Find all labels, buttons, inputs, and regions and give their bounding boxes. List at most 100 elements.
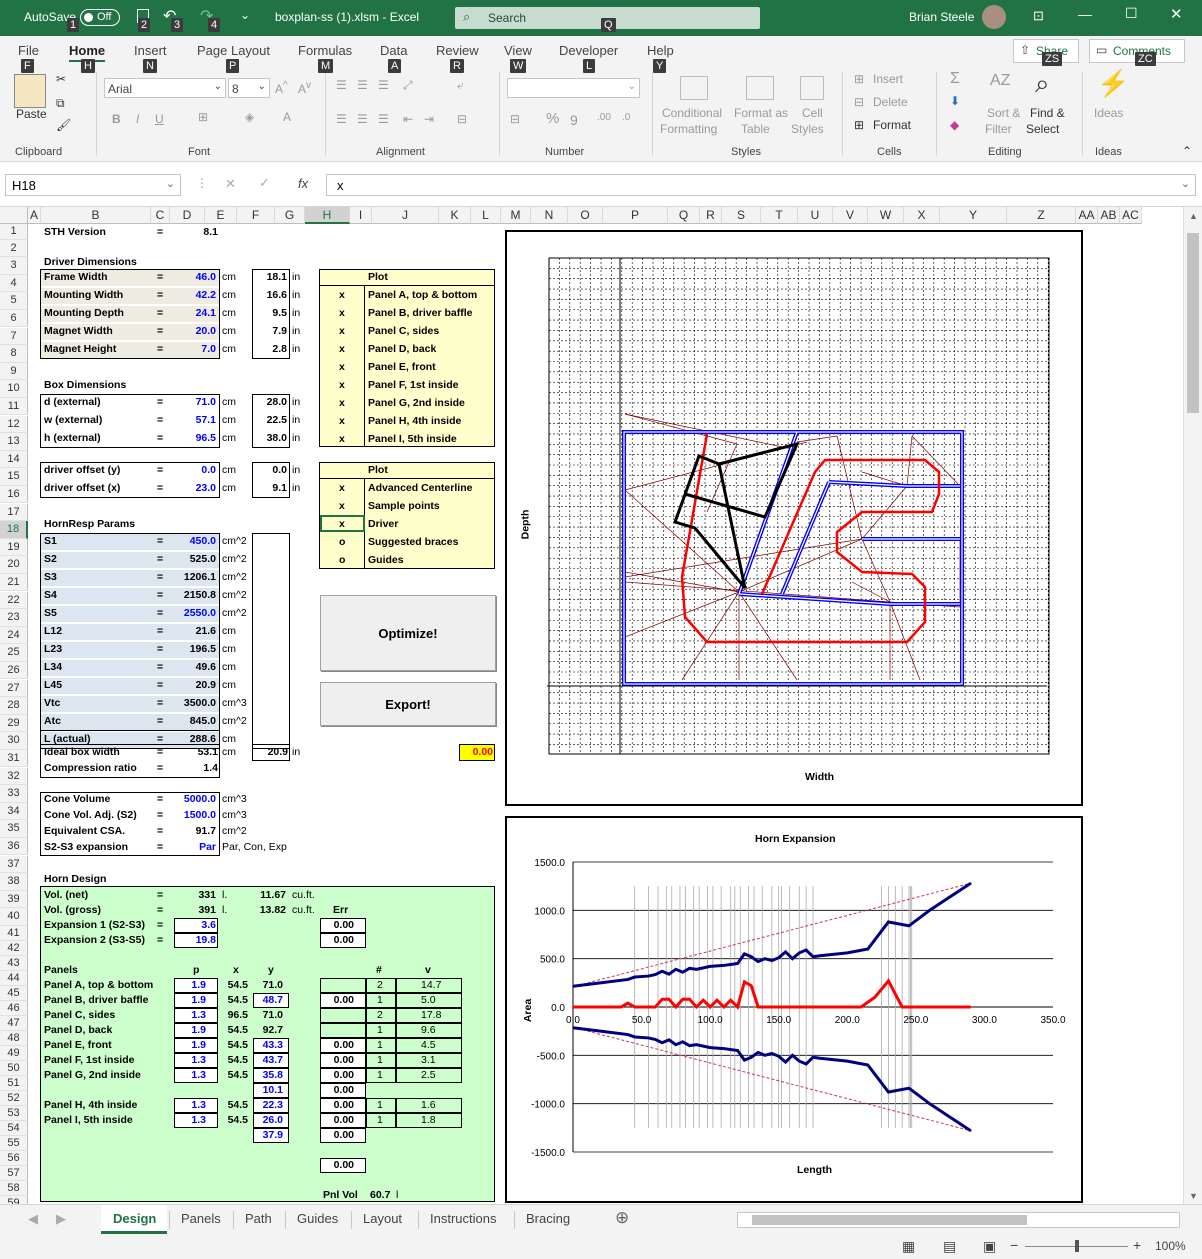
scrollbar-thumb[interactable]	[1187, 233, 1199, 413]
row-header[interactable]: 21	[0, 573, 28, 592]
cone-value[interactable]: 1500.0	[176, 808, 216, 823]
column-header-k[interactable]: K	[439, 207, 471, 224]
font-name-select[interactable]: Arial ⌄	[104, 78, 226, 98]
column-header-p[interactable]: P	[603, 207, 668, 224]
param-value[interactable]: 20.0	[178, 324, 216, 339]
horizontal-scrollbar[interactable]	[737, 1212, 1180, 1228]
formatting-label[interactable]: Formatting	[660, 122, 717, 136]
row-header[interactable]: 30	[0, 732, 28, 750]
compression-ratio-value[interactable]: 1.4	[178, 761, 218, 776]
column-header-e[interactable]: E	[205, 207, 237, 224]
paste-icon[interactable]	[14, 74, 46, 108]
row-header[interactable]: 8	[0, 345, 28, 363]
format-as-label[interactable]: Format as	[734, 106, 788, 120]
sort-filter-icon[interactable]: AZ	[990, 72, 1010, 90]
row-header[interactable]: 27	[0, 679, 28, 698]
column-header-h[interactable]: H	[305, 207, 350, 224]
user-name[interactable]: Brian Steele	[909, 10, 974, 24]
conditional-formatting-icon[interactable]	[680, 76, 708, 100]
column-header-l[interactable]: L	[471, 207, 501, 224]
format-cells-label[interactable]: Format	[873, 118, 911, 132]
insert-cells-icon[interactable]: ⊞	[854, 72, 864, 86]
plot-toggle[interactable]: x	[339, 481, 345, 496]
tab-review[interactable]: Review	[436, 43, 479, 58]
maximize-icon[interactable]: ☐	[1125, 5, 1138, 22]
row-header[interactable]: 40	[0, 908, 28, 926]
row-header[interactable]: 52	[0, 1090, 28, 1106]
row-header[interactable]: 37	[0, 855, 28, 874]
accounting-icon[interactable]: ⊟	[510, 112, 520, 126]
row-header[interactable]: 36	[0, 837, 28, 856]
scroll-down-icon[interactable]: ▼	[1189, 1191, 1198, 1201]
plot-toggle[interactable]: x	[339, 324, 345, 339]
row-header[interactable]: 34	[0, 802, 28, 821]
ideas-button-label[interactable]: Ideas	[1094, 106, 1123, 120]
row-header[interactable]: 47	[0, 1015, 28, 1031]
param-value[interactable]: 42.2	[178, 288, 216, 303]
worksheet-grid[interactable]: A B C D E F G H I J K L M N O P Q R S T U V W X Y Z AA AB AC 1234567…	[0, 207, 1183, 1204]
page-layout-view-icon[interactable]: ▤	[943, 1238, 956, 1255]
align-middle-icon[interactable]: ☰	[357, 78, 368, 92]
param-value[interactable]: 71.0	[178, 395, 216, 410]
row-header[interactable]: 19	[0, 538, 28, 557]
decrease-decimal-icon[interactable]: .0	[622, 112, 630, 123]
autosave-toggle[interactable]: Off	[80, 9, 120, 26]
row-header[interactable]: 43	[0, 955, 28, 971]
column-header-v[interactable]: V	[833, 207, 868, 224]
plot-toggle[interactable]: x	[339, 396, 345, 411]
column-header-z[interactable]: Z	[1007, 207, 1076, 224]
italic-icon[interactable]: I	[136, 112, 139, 126]
close-icon[interactable]: ✕	[1170, 5, 1183, 23]
tab-design[interactable]: Design	[113, 1211, 156, 1226]
row-header[interactable]: 12	[0, 415, 28, 434]
horn-expansion-chart[interactable]: 1500.0 1000.0 500.0 0.0 -500.0 -1000.0 -1500.0…	[505, 816, 1083, 1203]
plot-toggle[interactable]: x	[339, 342, 345, 357]
row-header[interactable]: 13	[0, 433, 28, 451]
align-top-icon[interactable]: ☰	[336, 78, 347, 92]
row-header[interactable]: 28	[0, 697, 28, 715]
column-header-s[interactable]: S	[722, 207, 761, 224]
tab-layout[interactable]: Layout	[363, 1211, 402, 1226]
column-header-q[interactable]: Q	[668, 207, 700, 224]
align-bottom-icon[interactable]: ☰	[378, 78, 389, 92]
row-header[interactable]: 50	[0, 1060, 28, 1076]
row-header[interactable]: 38	[0, 873, 28, 891]
row-header[interactable]: 42	[0, 940, 28, 956]
param-value[interactable]: 23.0	[178, 481, 216, 496]
styles-button-label[interactable]: Styles	[791, 122, 824, 136]
font-color-icon[interactable]: A	[283, 110, 291, 124]
scroll-up-icon[interactable]: ▲	[1189, 211, 1198, 221]
row-header[interactable]: 54	[0, 1120, 28, 1136]
row-header[interactable]: 56	[0, 1150, 28, 1166]
merge-center-icon[interactable]: ⊟	[457, 112, 467, 126]
row-header[interactable]: 10	[0, 380, 28, 398]
row-header[interactable]: 3	[0, 257, 28, 275]
row-header[interactable]: 23	[0, 609, 28, 627]
param-value[interactable]: 7.0	[178, 342, 216, 357]
cone-value[interactable]: 5000.0	[176, 792, 216, 807]
tab-help[interactable]: Help	[647, 43, 674, 58]
tab-scroll-right-icon[interactable]: ▶	[56, 1211, 66, 1227]
column-header-d[interactable]: D	[170, 207, 205, 224]
row-header[interactable]: 14	[0, 450, 28, 469]
row-header[interactable]: 11	[0, 397, 28, 416]
insert-cells-label[interactable]: Insert	[873, 72, 903, 86]
param-value[interactable]: 96.5	[178, 431, 216, 446]
optimize-button[interactable]: Optimize!	[320, 595, 496, 671]
row-header[interactable]: 18	[0, 521, 28, 539]
tab-file[interactable]: File	[18, 43, 39, 58]
column-header-j[interactable]: J	[372, 207, 439, 224]
plot-toggle[interactable]: o	[339, 553, 345, 568]
row-header[interactable]: 46	[0, 1000, 28, 1016]
row-header[interactable]: 20	[0, 556, 28, 574]
decrease-font-icon[interactable]: Av	[298, 80, 311, 96]
increase-decimal-icon[interactable]: .00	[597, 112, 611, 123]
cancel-icon[interactable]: ✕	[225, 176, 236, 192]
table-label[interactable]: Table	[741, 122, 770, 136]
row-header[interactable]: 31	[0, 749, 28, 768]
column-header-n[interactable]: N	[531, 207, 568, 224]
row-header[interactable]: 58	[0, 1180, 28, 1196]
sort-label[interactable]: Sort &	[987, 106, 1020, 120]
tab-path[interactable]: Path	[245, 1211, 272, 1226]
select-label[interactable]: Select	[1026, 122, 1059, 136]
